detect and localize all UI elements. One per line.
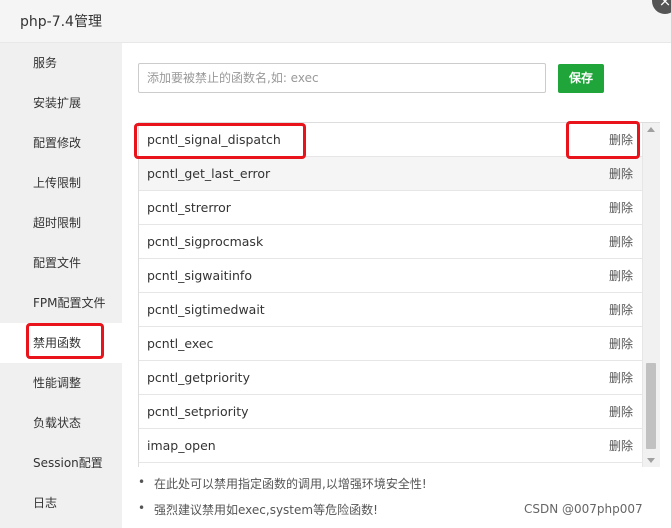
sidebar-item-service[interactable]: 服务 (0, 43, 122, 83)
table-row: pcntl_getpriority 删除 (139, 361, 642, 395)
table-row: pcntl_get_last_error 删除 (139, 157, 642, 191)
sidebar-item-config-edit[interactable]: 配置修改 (0, 123, 122, 163)
function-name: pcntl_exec (147, 336, 214, 351)
table-row: pcntl_sigwaitinfo 删除 (139, 259, 642, 293)
bullet-icon: • (138, 475, 146, 489)
sidebar: 服务 安装扩展 配置修改 上传限制 超时限制 配置文件 FPM配置文件 禁用函数… (0, 43, 122, 528)
window-titlebar: php-7.4管理 (0, 0, 671, 43)
sidebar-item-timeout-limit[interactable]: 超时限制 (0, 203, 122, 243)
delete-link[interactable]: 删除 (609, 259, 633, 293)
disabled-functions-table: pcntl_signal_dispatch 删除 pcntl_get_last_… (138, 122, 660, 467)
function-name: pcntl_sigwaitinfo (147, 268, 252, 283)
window-title: php-7.4管理 (20, 14, 102, 30)
table-row: pcntl_exec 删除 (139, 327, 642, 361)
delete-link[interactable]: 删除 (609, 327, 633, 361)
function-name: pcntl_strerror (147, 200, 231, 215)
watermark: CSDN @007php007 (524, 502, 643, 516)
delete-link[interactable]: 删除 (609, 361, 633, 395)
table-scrollbar[interactable] (642, 123, 660, 467)
function-name: imap_open (147, 438, 216, 453)
table-row: pcntl_sigtimedwait 删除 (139, 293, 642, 327)
tip-text: 在此处可以禁用指定函数的调用,以增强环境安全性! (154, 477, 427, 491)
save-button[interactable]: 保存 (558, 64, 604, 93)
function-name: pcntl_sigtimedwait (147, 302, 265, 317)
main-panel: 保存 pcntl_signal_dispatch 删除 pcntl_get_la… (122, 43, 671, 528)
delete-link[interactable]: 删除 (609, 191, 633, 225)
sidebar-item-performance[interactable]: 性能调整 (0, 363, 122, 403)
table-row: pcntl_sigprocmask 删除 (139, 225, 642, 259)
table-row: imap_open 删除 (139, 429, 642, 463)
sidebar-item-config-file[interactable]: 配置文件 (0, 243, 122, 283)
sidebar-item-load-status[interactable]: 负载状态 (0, 403, 122, 443)
table-row: pcntl_strerror 删除 (139, 191, 642, 225)
function-name: pcntl_sigprocmask (147, 234, 264, 249)
function-name-input[interactable] (138, 63, 546, 93)
scroll-up-arrow-icon[interactable] (647, 127, 655, 132)
function-name: pcntl_getpriority (147, 370, 250, 385)
sidebar-item-log[interactable]: 日志 (0, 483, 122, 523)
function-name: pcntl_get_last_error (147, 166, 271, 181)
delete-link[interactable]: 删除 (609, 429, 633, 463)
sidebar-item-upload-limit[interactable]: 上传限制 (0, 163, 122, 203)
function-name: pcntl_setpriority (147, 404, 249, 419)
table-row: pcntl_setpriority 删除 (139, 395, 642, 429)
delete-link[interactable]: 删除 (609, 293, 633, 327)
delete-link[interactable]: 删除 (609, 225, 633, 259)
bullet-icon: • (138, 501, 146, 515)
tip-text: 强烈建议禁用如exec,system等危险函数! (154, 503, 378, 517)
sidebar-item-install-extension[interactable]: 安装扩展 (0, 83, 122, 123)
scroll-thumb[interactable] (646, 363, 656, 449)
scroll-down-arrow-icon[interactable] (647, 458, 655, 463)
highlight-box-delete (566, 121, 640, 159)
highlight-box-function-name (134, 123, 306, 159)
sidebar-item-fpm-config-file[interactable]: FPM配置文件 (0, 283, 122, 323)
sidebar-item-session-config[interactable]: Session配置 (0, 443, 122, 483)
delete-link[interactable]: 删除 (609, 157, 633, 191)
delete-link[interactable]: 删除 (609, 395, 633, 429)
highlight-box-sidebar-item (26, 323, 104, 359)
